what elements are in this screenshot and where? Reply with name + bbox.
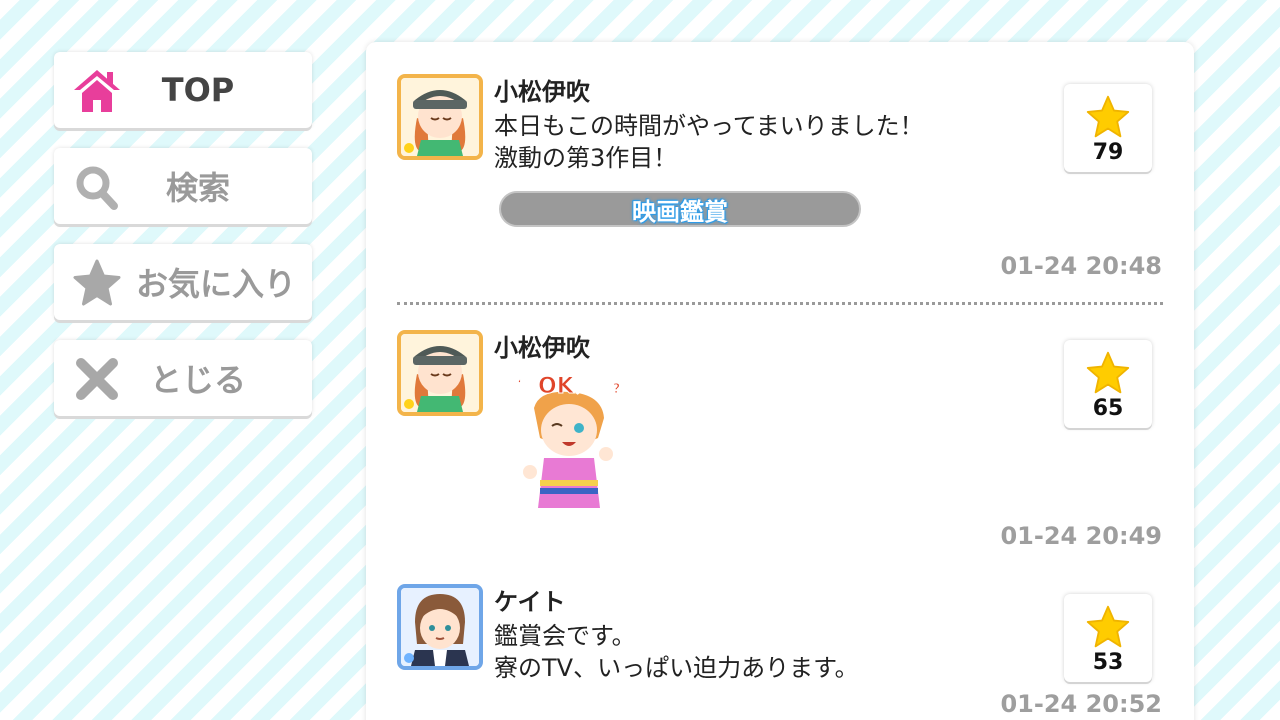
nav-favorites-button[interactable]: お気に入り	[54, 244, 312, 320]
post-username: 小松伊吹	[494, 334, 590, 362]
favorite-button[interactable]: 53	[1064, 594, 1152, 682]
post-timestamp: 01-24 20:49	[1000, 522, 1162, 550]
close-icon	[72, 354, 122, 404]
star-icon	[1086, 95, 1130, 138]
post-timestamp: 01-24 20:48	[1000, 252, 1162, 280]
favorite-count: 79	[1092, 140, 1124, 165]
nav-close-button[interactable]: とじる	[54, 340, 312, 416]
user-avatar[interactable]	[397, 74, 483, 160]
favorite-button[interactable]: 79	[1064, 84, 1152, 172]
star-icon	[1086, 605, 1130, 648]
favorite-count: 53	[1092, 650, 1124, 675]
search-icon	[72, 162, 122, 212]
post-message: 本日もこの時間がやってまいりました！ 激動の第3作目！	[494, 112, 924, 172]
nav-search-button[interactable]: 検索	[54, 148, 312, 224]
post-divider	[397, 302, 1163, 305]
post-message: 鑑賞会です。 寮のTV、いっぱい迫力あります。	[494, 622, 859, 682]
timeline-panel[interactable]: 小松伊吹 本日もこの時間がやってまいりました！ 激動の第3作目！ 映画鑑賞 79…	[366, 42, 1194, 720]
nav-close-label: とじる	[149, 361, 246, 399]
favorite-button[interactable]: 65	[1064, 340, 1152, 428]
nav-search-label: 検索	[165, 169, 230, 207]
star-icon	[1086, 351, 1130, 394]
user-avatar[interactable]	[397, 330, 483, 416]
post-timestamp: 01-24 20:52	[1000, 690, 1162, 718]
post-tag-button[interactable]: 映画鑑賞	[499, 191, 861, 227]
sticker-caption: 準備OKデスカ?	[494, 374, 621, 400]
post-sticker: 準備OKデスカ?	[494, 368, 644, 518]
star-icon	[72, 258, 122, 308]
nav-top-label: TOP	[161, 71, 235, 109]
post-username: ケイト	[494, 588, 566, 616]
post-tag-label: 映画鑑賞	[632, 197, 728, 226]
user-avatar[interactable]	[397, 584, 483, 670]
nav-top-button[interactable]: TOP	[54, 52, 312, 128]
home-icon	[72, 66, 122, 116]
post-username: 小松伊吹	[494, 78, 590, 106]
nav-favorites-label: お気に入り	[135, 265, 296, 303]
favorite-count: 65	[1092, 396, 1124, 421]
